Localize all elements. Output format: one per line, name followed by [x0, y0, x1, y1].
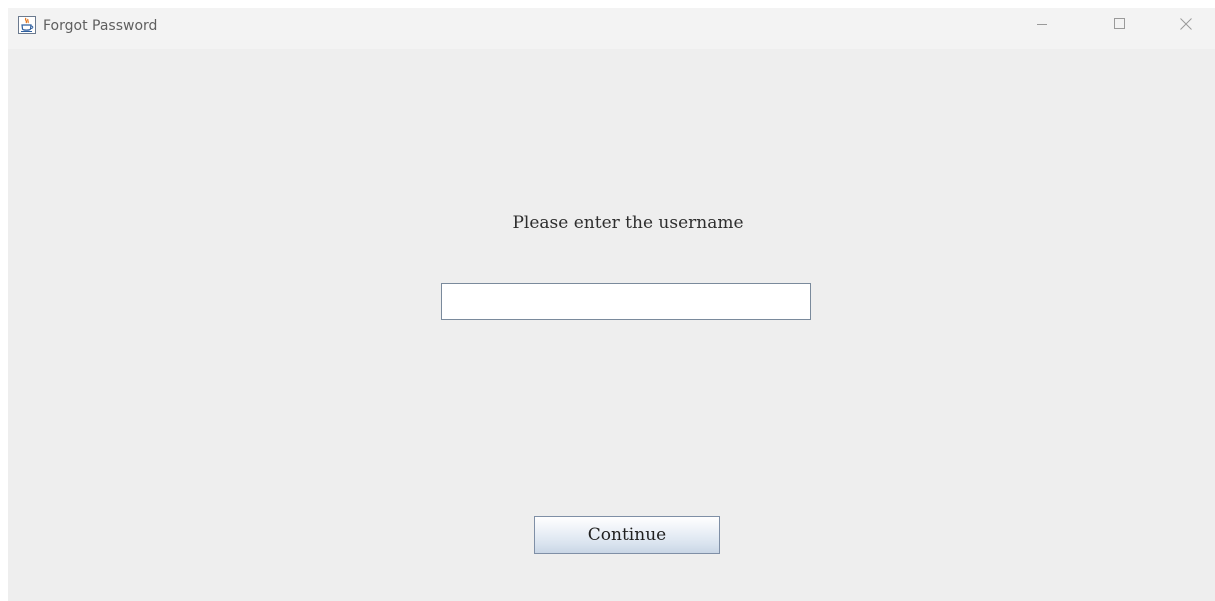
minimize-button[interactable]	[1019, 8, 1065, 44]
java-cup-icon	[18, 16, 36, 34]
maximize-button[interactable]	[1096, 8, 1142, 44]
close-icon	[1179, 17, 1193, 36]
content-panel: Please enter the username Continue	[8, 49, 1215, 601]
minimize-icon	[1036, 17, 1048, 35]
window-title: Forgot Password	[43, 18, 158, 34]
maximize-icon	[1113, 17, 1126, 35]
title-bar[interactable]: Forgot Password	[8, 8, 1215, 49]
continue-button[interactable]: Continue	[534, 516, 720, 554]
username-prompt-label: Please enter the username	[512, 213, 744, 233]
forgot-password-window: Forgot Password Please enter the usernam…	[8, 8, 1215, 601]
close-button[interactable]	[1163, 8, 1209, 44]
username-input[interactable]	[441, 283, 811, 320]
